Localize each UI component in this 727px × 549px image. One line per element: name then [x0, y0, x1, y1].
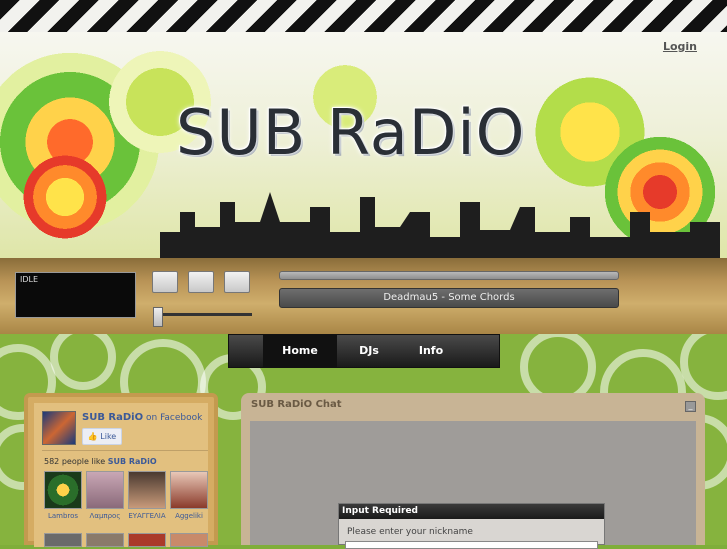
- mute-button[interactable]: [224, 271, 250, 293]
- play-button[interactable]: [152, 271, 178, 293]
- facebook-like-count: 582 people like SUB RaDiO: [44, 457, 157, 466]
- volume-slider-track[interactable]: [158, 313, 252, 316]
- nav-item-djs[interactable]: DJs: [337, 335, 401, 367]
- login-link[interactable]: Login: [663, 40, 697, 53]
- site-header: SUB RaDiO Login: [0, 32, 727, 258]
- fan-name[interactable]: Λαμπρος: [83, 512, 127, 520]
- nickname-input[interactable]: [345, 541, 598, 549]
- fan-name[interactable]: ΕΥΑΓΓΕΛΙΑ: [125, 512, 169, 520]
- facebook-page-logo[interactable]: [42, 411, 76, 445]
- nickname-dialog: Input Required Please enter your nicknam…: [338, 503, 605, 549]
- nav-item-info[interactable]: Info: [401, 335, 461, 367]
- city-skyline-graphic: [160, 192, 720, 258]
- fan-avatar[interactable]: [128, 471, 166, 509]
- now-playing-text: Deadmau5 - Some Chords: [383, 292, 515, 303]
- thumbs-up-icon: 👍: [87, 432, 98, 441]
- deco-ring: [50, 334, 116, 390]
- deco-ring: [680, 334, 727, 400]
- facebook-like-box-inner: SUB RaDiO on Facebook 👍 Like 582 people …: [34, 403, 208, 547]
- deco-circle: [20, 152, 110, 242]
- now-playing-display: Deadmau5 - Some Chords: [279, 288, 619, 308]
- fan-name[interactable]: Aggeliki: [167, 512, 211, 520]
- stop-button[interactable]: [188, 271, 214, 293]
- site-title: SUB RaDiO: [176, 96, 526, 169]
- like-count-page-name: SUB RaDiO: [107, 457, 157, 466]
- hazard-stripe-banner: [0, 0, 727, 32]
- dialog-message: Please enter your nickname: [347, 527, 473, 537]
- nav-item-label: Info: [418, 344, 444, 357]
- minimize-button[interactable]: _: [685, 401, 696, 412]
- fan-avatar[interactable]: [86, 471, 124, 509]
- player-status-text: IDLE: [20, 275, 39, 284]
- facebook-like-button[interactable]: 👍 Like: [82, 428, 122, 445]
- like-label: Like: [100, 432, 117, 441]
- main-nav: Home DJs Info: [228, 334, 500, 368]
- radio-player: IDLE Deadmau5 - Some Chords: [0, 258, 727, 334]
- divider: [42, 450, 208, 451]
- facebook-page-name[interactable]: SUB RaDiO: [82, 412, 143, 423]
- minimize-icon: _: [688, 401, 693, 410]
- facebook-like-box: SUB RaDiO on Facebook 👍 Like 582 people …: [24, 393, 218, 547]
- nav-item-label: DJs: [359, 344, 379, 357]
- chat-title: SUB RaDiO Chat: [251, 399, 342, 410]
- fan-name[interactable]: Lambros: [41, 512, 85, 520]
- like-count-text: 582 people like: [44, 457, 106, 466]
- nav-item-home[interactable]: Home: [263, 335, 337, 367]
- dialog-title: Input Required: [339, 504, 604, 519]
- volume-slider-handle[interactable]: [153, 307, 163, 327]
- stream-progress-bar: [279, 271, 619, 280]
- player-status-display: IDLE: [15, 272, 136, 318]
- fan-avatar[interactable]: [170, 471, 208, 509]
- nav-item-label: Home: [282, 344, 318, 357]
- facebook-on-text[interactable]: on Facebook: [146, 413, 202, 423]
- fan-avatar[interactable]: [44, 471, 82, 509]
